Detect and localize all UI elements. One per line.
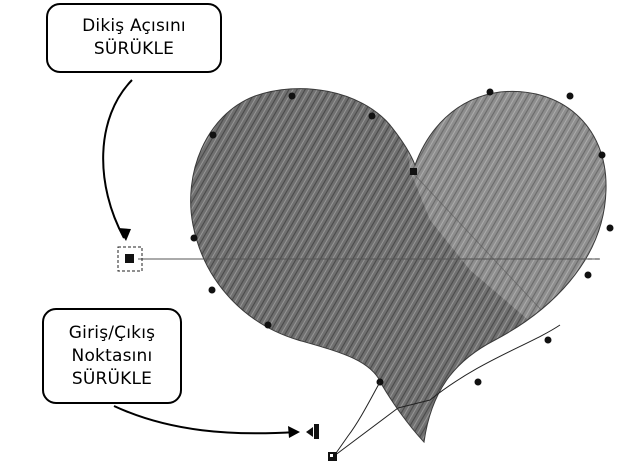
pointer-arrow-angle bbox=[102, 79, 133, 241]
node-icon[interactable] bbox=[264, 321, 272, 329]
node-icon[interactable] bbox=[598, 151, 606, 159]
callout-line: Giriş/Çıkış bbox=[68, 322, 156, 343]
callout-line: SÜRÜKLE bbox=[93, 39, 175, 59]
exit-square-icon[interactable] bbox=[328, 452, 337, 461]
entry-arrow-icon[interactable] bbox=[306, 424, 319, 439]
heart-embroidery-object[interactable] bbox=[180, 80, 620, 460]
node-icon[interactable] bbox=[368, 112, 376, 120]
node-icon[interactable] bbox=[209, 131, 217, 139]
node-icon[interactable] bbox=[288, 92, 296, 100]
callout-line: Dikiş Açısını bbox=[82, 16, 186, 36]
node-icon[interactable] bbox=[486, 88, 494, 96]
node-icon[interactable] bbox=[474, 378, 482, 386]
node-icon[interactable] bbox=[584, 271, 592, 279]
node-icon[interactable] bbox=[190, 234, 198, 242]
node-icon[interactable] bbox=[606, 224, 614, 232]
callout-line: Noktasını bbox=[71, 345, 153, 366]
pointer-arrow-entry bbox=[113, 405, 300, 438]
node-icon[interactable] bbox=[208, 286, 216, 294]
callout-line: SÜRÜKLE bbox=[71, 368, 153, 389]
corner-node-icon[interactable] bbox=[410, 168, 417, 175]
stitch-angle-callout: Dikiş Açısını SÜRÜKLE bbox=[46, 3, 222, 73]
node-icon[interactable] bbox=[566, 92, 574, 100]
node-icon[interactable] bbox=[544, 336, 552, 344]
entry-exit-callout: Giriş/Çıkış Noktasını SÜRÜKLE bbox=[42, 308, 182, 404]
